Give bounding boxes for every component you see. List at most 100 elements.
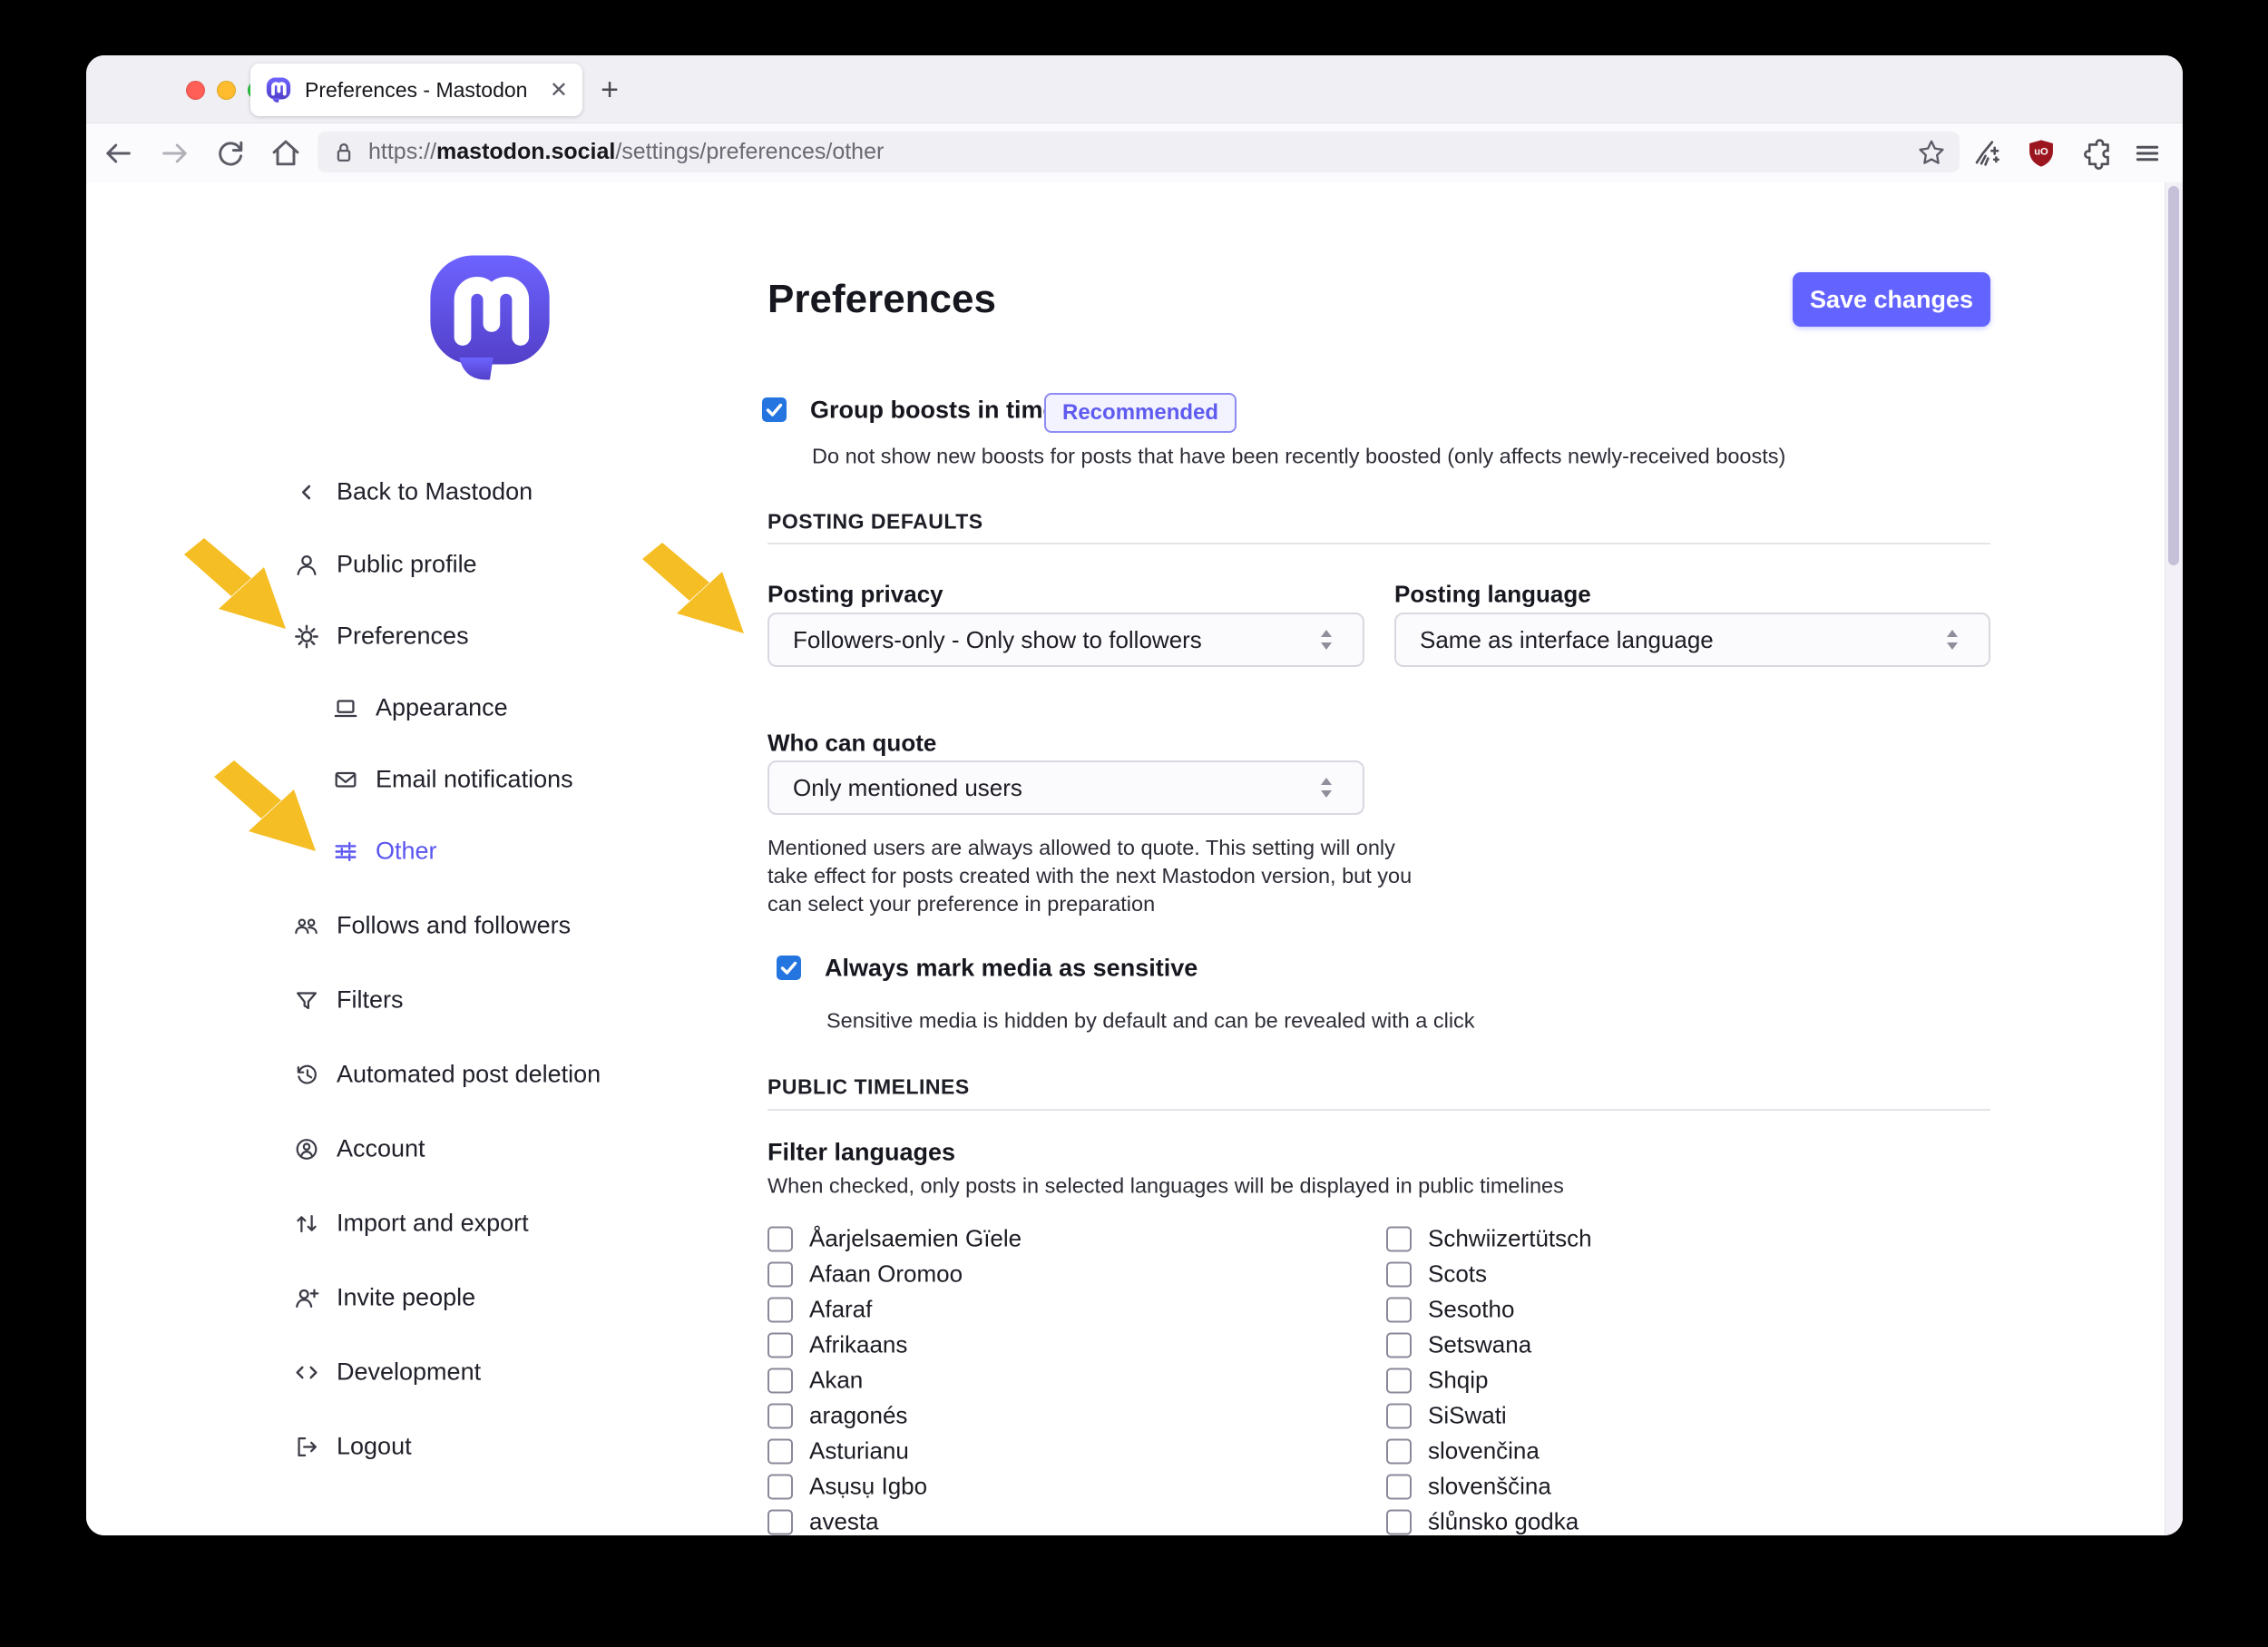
language-row[interactable]: aragonés — [767, 1402, 907, 1430]
language-checkbox[interactable] — [1386, 1368, 1412, 1393]
language-row[interactable]: slovenčina — [1386, 1437, 1540, 1466]
mastodon-logo — [422, 243, 558, 390]
reload-icon[interactable] — [209, 132, 252, 175]
lock-icon — [330, 139, 357, 166]
language-checkbox[interactable] — [767, 1403, 793, 1428]
sidebar-item-appearance[interactable]: Appearance — [332, 694, 508, 722]
sidebar-item-invite-people[interactable]: Invite people — [293, 1284, 475, 1312]
language-checkbox[interactable] — [767, 1226, 793, 1251]
people-icon — [293, 912, 320, 939]
posting-language-select[interactable]: Same as interface language — [1394, 613, 1990, 667]
sidebar-item-development[interactable]: Development — [293, 1358, 481, 1387]
language-checkbox[interactable] — [1386, 1297, 1412, 1322]
sidebar-item-label: Development — [337, 1358, 481, 1387]
minimize-window-button[interactable] — [217, 81, 236, 100]
sidebar-item-logout[interactable]: Logout — [293, 1433, 412, 1461]
language-row[interactable]: Asturianu — [767, 1437, 909, 1466]
language-row[interactable]: Afaan Oromoo — [767, 1260, 963, 1289]
chevron-left-icon — [293, 478, 320, 505]
language-checkbox[interactable] — [1386, 1226, 1412, 1251]
code-icon — [293, 1358, 320, 1386]
checkmark-icon — [777, 956, 801, 980]
sidebar-item-import-and-export[interactable]: Import and export — [293, 1210, 529, 1238]
sidebar-item-account[interactable]: Account — [293, 1135, 425, 1163]
import-export-icon — [293, 1210, 320, 1237]
language-checkbox[interactable] — [767, 1438, 793, 1464]
annotation-arrow-posting-privacy — [635, 535, 751, 641]
sidebar-item-other[interactable]: Other — [332, 838, 437, 866]
browser-tab[interactable]: Preferences - Mastodon ✕ — [250, 64, 582, 116]
language-checkbox[interactable] — [767, 1297, 793, 1322]
language-checkbox[interactable] — [1386, 1509, 1412, 1534]
language-row[interactable]: Asụsụ Igbo — [767, 1473, 927, 1501]
back-icon[interactable] — [96, 132, 140, 175]
who-can-quote-hint: Mentioned users are always allowed to qu… — [767, 834, 1421, 918]
language-checkbox[interactable] — [1386, 1474, 1412, 1499]
browser-window: Preferences - Mastodon ✕ + https://masto… — [86, 55, 2183, 1535]
tab-bar: Preferences - Mastodon ✕ + — [86, 55, 2183, 123]
language-row[interactable]: ślůnsko godka — [1386, 1508, 1579, 1536]
clear-cookies-broom-icon[interactable] — [1963, 132, 2007, 175]
close-window-button[interactable] — [186, 81, 205, 100]
envelope-icon — [332, 766, 359, 793]
language-row[interactable]: Schwiizertütsch — [1386, 1225, 1592, 1253]
url-bar[interactable]: https://mastodon.social/settings/prefere… — [318, 132, 1960, 172]
language-checkbox[interactable] — [1386, 1438, 1412, 1464]
funnel-icon — [293, 986, 320, 1014]
language-checkbox[interactable] — [1386, 1403, 1412, 1428]
sensitive-media-checkbox[interactable] — [777, 956, 801, 980]
language-row[interactable]: Afaraf — [767, 1296, 872, 1324]
posting-privacy-select[interactable]: Followers-only - Only show to followers — [767, 613, 1364, 667]
annotation-arrow-other — [207, 753, 323, 858]
sidebar-item-label: Account — [337, 1135, 425, 1163]
home-icon[interactable] — [264, 132, 308, 175]
scrollbar-track[interactable] — [2165, 182, 2183, 1535]
language-row[interactable]: avesta — [767, 1508, 879, 1536]
who-can-quote-select[interactable]: Only mentioned users — [767, 760, 1364, 815]
sidebar-item-email-notifications[interactable]: Email notifications — [332, 766, 573, 794]
save-changes-button[interactable]: Save changes — [1793, 272, 1990, 327]
language-checkbox[interactable] — [1386, 1261, 1412, 1287]
person-add-icon — [293, 1284, 320, 1311]
language-row[interactable]: Setswana — [1386, 1331, 1531, 1359]
language-row[interactable]: Sesotho — [1386, 1296, 1514, 1324]
select-updown-icon — [1314, 628, 1339, 652]
language-checkbox[interactable] — [767, 1261, 793, 1287]
tab-title: Preferences - Mastodon — [305, 78, 537, 103]
sidebar-item-automated-post-deletion[interactable]: Automated post deletion — [293, 1061, 601, 1089]
language-checkbox[interactable] — [767, 1332, 793, 1358]
language-checkbox[interactable] — [767, 1474, 793, 1499]
logout-icon — [293, 1433, 320, 1460]
new-tab-button[interactable]: + — [583, 64, 636, 116]
sidebar-item-public-profile[interactable]: Public profile — [293, 551, 477, 579]
ublock-shield-icon[interactable]: uO — [2019, 132, 2063, 175]
navigation-toolbar: https://mastodon.social/settings/prefere… — [86, 123, 2183, 183]
language-row[interactable]: SiSwati — [1386, 1402, 1507, 1430]
language-row[interactable]: slovenščina — [1386, 1473, 1551, 1501]
bookmark-star-icon[interactable] — [1916, 137, 1947, 168]
language-checkbox[interactable] — [767, 1509, 793, 1534]
language-checkbox[interactable] — [1386, 1332, 1412, 1358]
filter-languages-label: Filter languages — [767, 1139, 955, 1167]
sidebar-item-back-to-mastodon[interactable]: Back to Mastodon — [293, 478, 533, 506]
forward-icon[interactable] — [153, 132, 197, 175]
sidebar-item-filters[interactable]: Filters — [293, 986, 404, 1015]
sidebar-item-preferences[interactable]: Preferences — [293, 623, 469, 651]
tab-close-icon[interactable]: ✕ — [550, 77, 568, 103]
select-updown-icon — [1940, 628, 1965, 652]
language-row[interactable]: Afrikaans — [767, 1331, 907, 1359]
sidebar-item-follows-and-followers[interactable]: Follows and followers — [293, 912, 571, 940]
svg-text:uO: uO — [2034, 146, 2048, 157]
language-checkbox[interactable] — [767, 1368, 793, 1393]
language-row[interactable]: Scots — [1386, 1260, 1487, 1289]
language-row[interactable]: Shqip — [1386, 1367, 1489, 1395]
language-row[interactable]: Åarjelsaemien Gïele — [767, 1225, 1022, 1253]
extensions-puzzle-icon[interactable] — [2074, 132, 2117, 175]
sensitive-media-label[interactable]: Always mark media as sensitive — [825, 955, 1198, 983]
posting-language-label: Posting language — [1394, 581, 1591, 609]
checkmark-icon — [762, 397, 787, 422]
group-boosts-checkbox[interactable] — [762, 397, 787, 422]
language-row[interactable]: Akan — [767, 1367, 863, 1395]
scrollbar-thumb[interactable] — [2168, 186, 2179, 565]
menu-hamburger-icon[interactable] — [2126, 132, 2169, 175]
